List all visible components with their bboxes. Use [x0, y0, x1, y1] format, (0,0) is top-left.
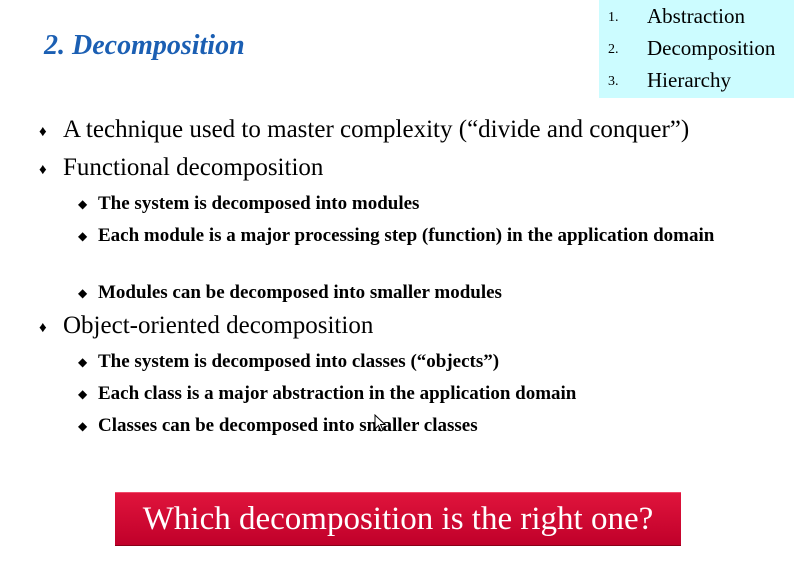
sub-bullet-marker: ◆	[78, 419, 88, 433]
sub-bullet-processing-step: Each module is a major processing step (…	[98, 225, 715, 246]
sub-bullet-marker: ◆	[78, 197, 88, 211]
sub-bullet-marker: ◆	[78, 229, 88, 243]
bullet-list: ♦ A technique used to master complexity …	[0, 0, 794, 470]
bullet-marker: ♦	[39, 124, 47, 140]
sub-bullet-classes: The system is decomposed into classes (“…	[98, 351, 500, 372]
bullet-marker: ♦	[39, 162, 47, 178]
callout-banner: Which decomposition is the right one?	[115, 492, 681, 545]
bullet-marker: ♦	[39, 320, 47, 336]
bullet-object-oriented: Object-oriented decomposition	[63, 312, 374, 339]
sub-bullet-marker: ◆	[78, 387, 88, 401]
sub-bullet-marker: ◆	[78, 355, 88, 369]
sub-bullet-smaller-classes: Classes can be decomposed into smaller c…	[98, 415, 478, 436]
bullet-functional: Functional decomposition	[63, 154, 324, 181]
sub-bullet-smaller-modules: Modules can be decomposed into smaller m…	[98, 282, 502, 303]
bullet-technique: A technique used to master complexity (“…	[63, 116, 690, 143]
sub-bullet-marker: ◆	[78, 286, 88, 300]
sub-bullet-abstraction: Each class is a major abstraction in the…	[98, 383, 577, 404]
mouse-pointer-icon	[374, 414, 386, 432]
sub-bullet-modules: The system is decomposed into modules	[98, 193, 420, 214]
